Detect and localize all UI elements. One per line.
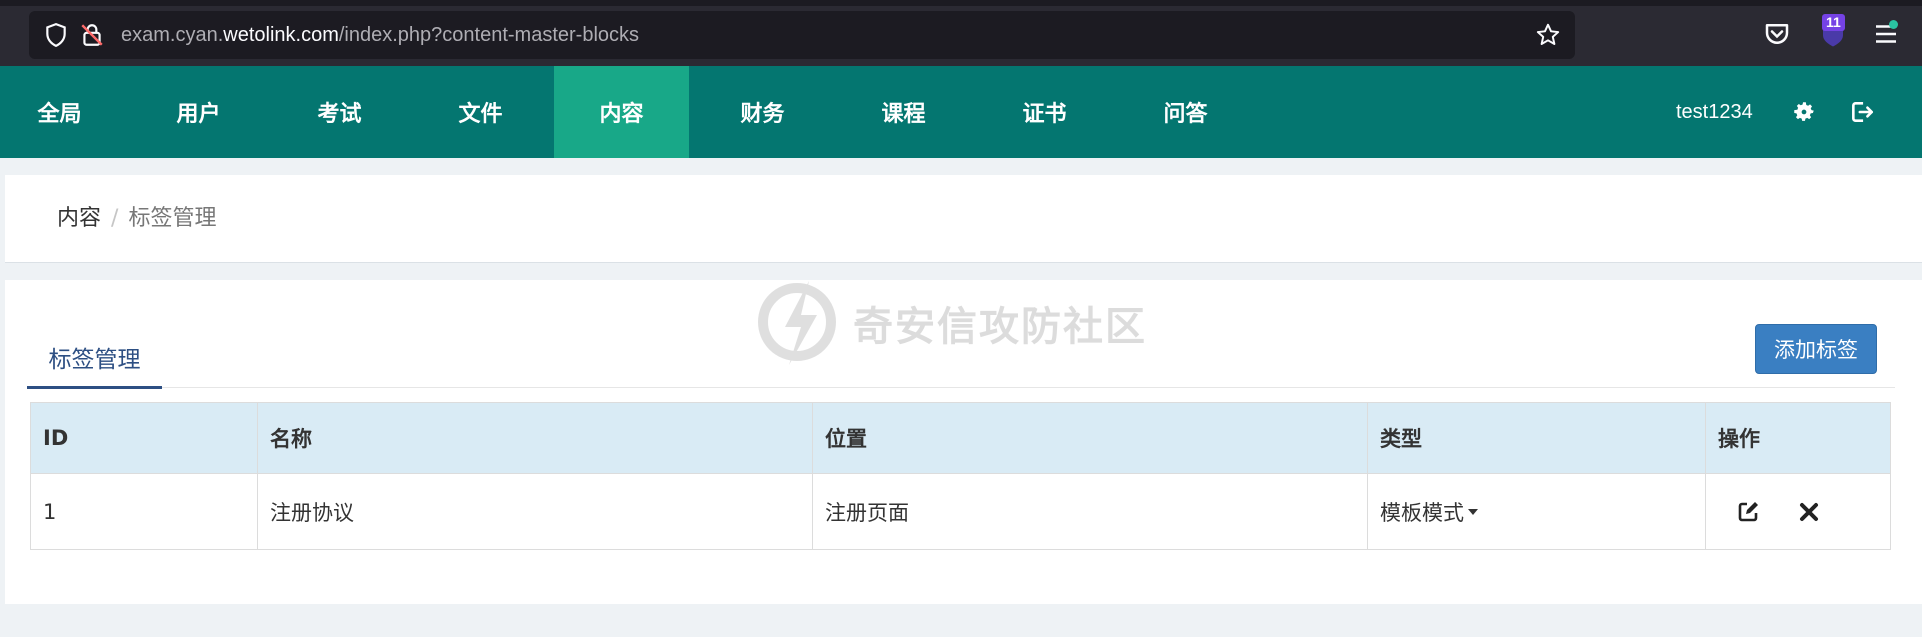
column-header-position: 位置 [812, 402, 1368, 474]
logout-icon[interactable] [1849, 99, 1875, 125]
edit-icon[interactable] [1736, 500, 1760, 524]
nav-label: 问答 [1163, 102, 1208, 127]
add-tag-button[interactable]: 添加标签 [1755, 324, 1877, 374]
tabs-divider [27, 387, 1895, 388]
breadcrumb-current: 标签管理 [128, 206, 217, 231]
nav-item-finance[interactable]: 财务 [695, 66, 830, 158]
url-domain: wetolink.com [223, 24, 339, 46]
tab-tag-management[interactable]: 标签管理 [27, 327, 162, 389]
column-header-id: ID [30, 402, 258, 474]
nav-label: 文件 [458, 102, 503, 127]
type-dropdown[interactable]: 模板模式 [1380, 497, 1478, 527]
cell-name: 注册协议 [257, 473, 813, 550]
breadcrumb-parent[interactable]: 内容 [57, 206, 101, 231]
pocket-icon[interactable] [1762, 19, 1792, 49]
url-path: /index.php?content-master-blocks [338, 24, 640, 46]
nav-item-global[interactable]: 全局 [0, 66, 127, 158]
nav-label: 证书 [1022, 102, 1067, 127]
breadcrumb: 内容 / 标签管理 [57, 205, 216, 233]
cell-actions [1705, 473, 1891, 550]
cell-type: 模板模式 [1367, 473, 1706, 550]
nav-item-files[interactable]: 文件 [413, 66, 548, 158]
url-text[interactable]: exam.cyan.wetolink.com/index.php?content… [121, 23, 639, 47]
nav-item-qa[interactable]: 问答 [1118, 66, 1253, 158]
shield-icon[interactable] [43, 22, 69, 48]
table-row: 1 注册协议 注册页面 模板模式 [30, 473, 1891, 550]
nav-label: 考试 [317, 102, 362, 127]
page-footer-space [0, 604, 1922, 637]
nav-item-content[interactable]: 内容 [554, 66, 689, 158]
type-value: 模板模式 [1380, 500, 1464, 525]
nav-label: 财务 [740, 102, 785, 127]
extension-badge: 11 [1822, 14, 1845, 31]
nav-label: 课程 [881, 102, 926, 127]
table-header-row: ID 名称 位置 类型 操作 [30, 402, 1891, 474]
nav-label: 内容 [599, 102, 644, 127]
address-bar[interactable]: exam.cyan.wetolink.com/index.php?content… [29, 11, 1575, 59]
nav-label: 用户 [176, 102, 221, 127]
column-header-actions: 操作 [1705, 402, 1891, 474]
nav-item-exams[interactable]: 考试 [272, 66, 407, 158]
cell-id: 1 [30, 473, 258, 550]
delete-icon[interactable] [1797, 500, 1821, 524]
nav-label: 全局 [37, 102, 82, 127]
nav-item-certificates[interactable]: 证书 [977, 66, 1112, 158]
insecure-lock-icon[interactable] [79, 22, 105, 48]
tab-label: 标签管理 [48, 346, 141, 373]
cell-position: 注册页面 [812, 473, 1368, 550]
add-tag-label: 添加标签 [1774, 338, 1858, 362]
gear-icon[interactable] [1791, 99, 1817, 125]
username-link[interactable]: test1234 [1676, 66, 1753, 158]
browser-toolbar: exam.cyan.wetolink.com/index.php?content… [0, 0, 1922, 66]
column-header-type: 类型 [1367, 402, 1706, 474]
nav-item-users[interactable]: 用户 [131, 66, 266, 158]
nav-item-courses[interactable]: 课程 [836, 66, 971, 158]
update-indicator [1889, 20, 1898, 29]
column-header-name: 名称 [257, 402, 813, 474]
tags-table: ID 名称 位置 类型 操作 1 注册协议 注册页面 模板模式 [30, 402, 1891, 550]
browser-tab-strip [0, 0, 1922, 6]
caret-down-icon [1468, 508, 1478, 515]
url-prefix: exam.cyan. [121, 24, 224, 46]
watermark-text: 奇安信攻防社区 [853, 304, 1147, 350]
bookmark-star-icon[interactable] [1535, 22, 1561, 48]
main-nav: 全局 用户 考试 文件 内容 财务 课程 证书 问答 test1234 [0, 66, 1922, 158]
breadcrumb-panel: 内容 / 标签管理 [5, 175, 1922, 263]
breadcrumb-separator: / [111, 206, 119, 231]
